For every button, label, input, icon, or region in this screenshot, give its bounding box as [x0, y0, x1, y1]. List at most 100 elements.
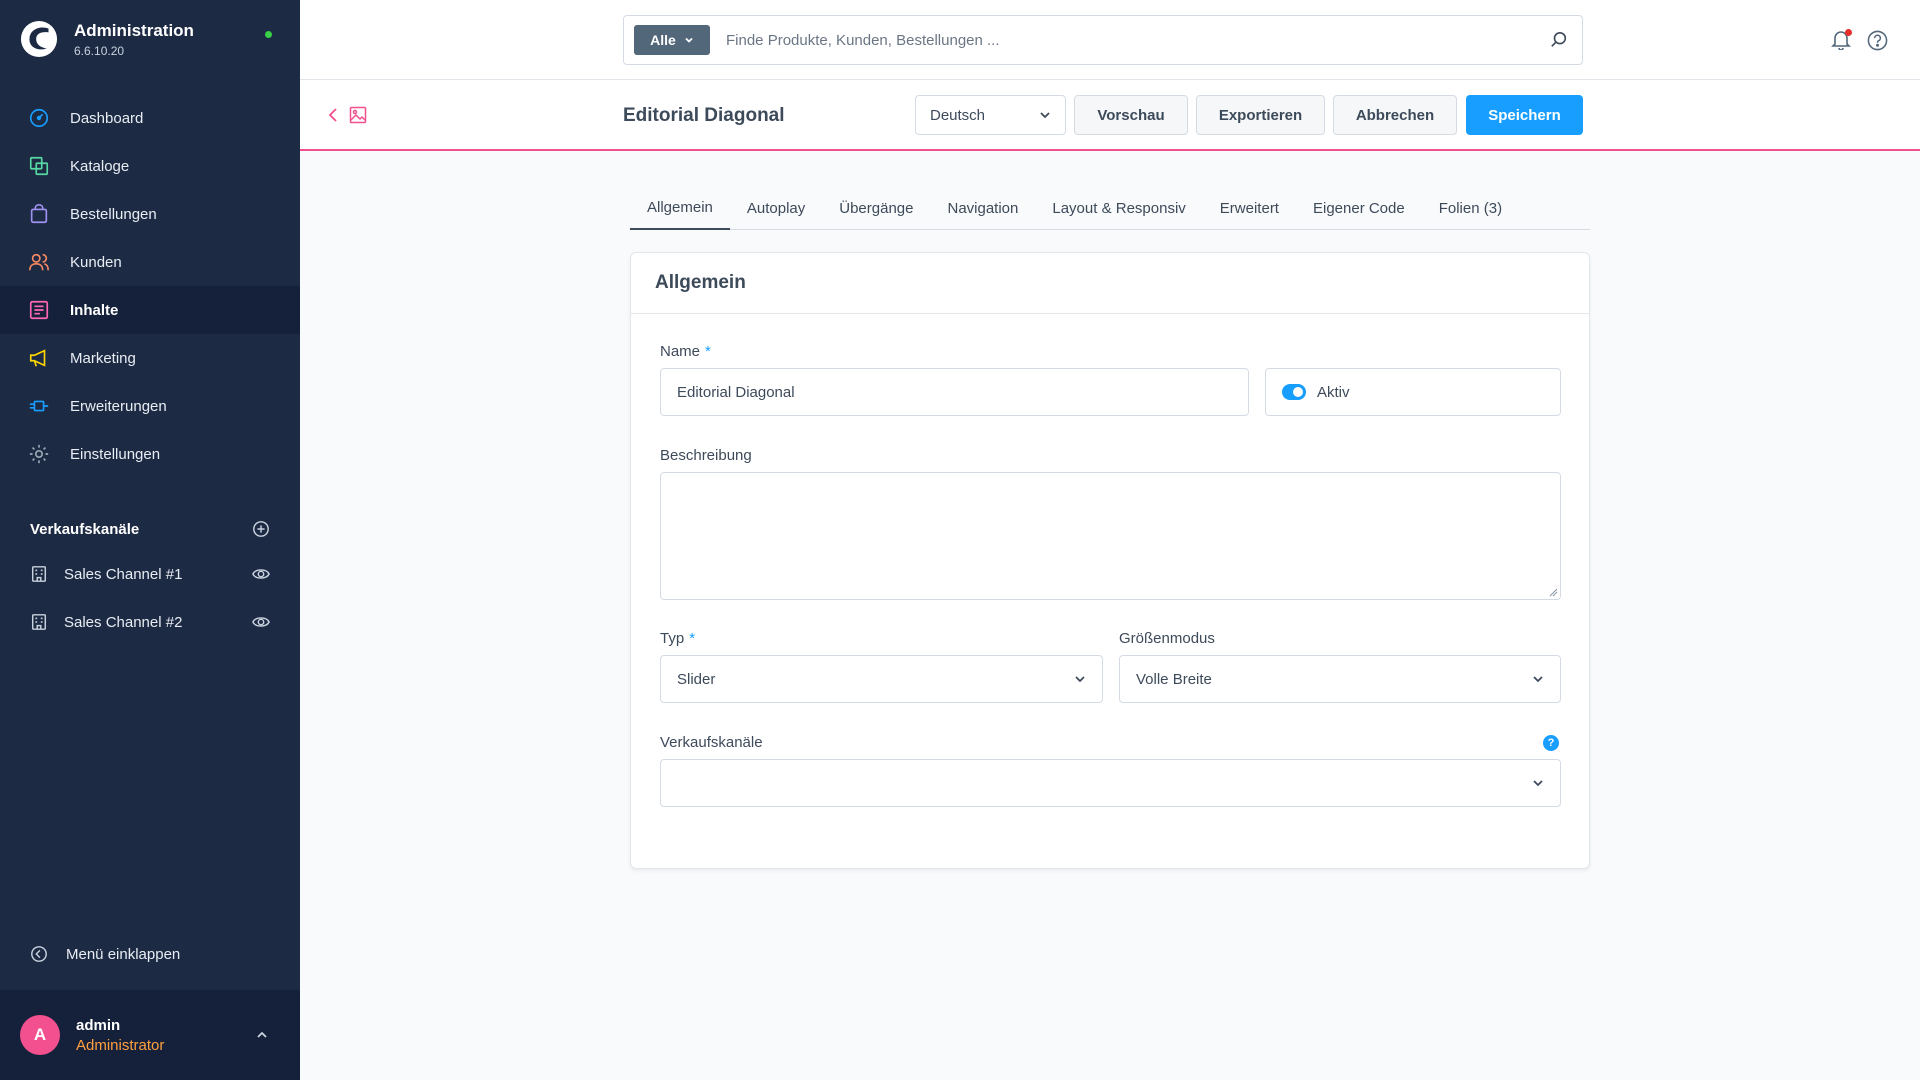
- plug-icon: [28, 395, 50, 417]
- language-switch[interactable]: Deutsch: [915, 95, 1066, 135]
- nav-item-marketing[interactable]: Marketing: [0, 334, 300, 382]
- shopware-logo-icon: [20, 20, 58, 58]
- nav-item-settings[interactable]: Einstellungen: [0, 430, 300, 478]
- nav-item-content[interactable]: Inhalte: [0, 286, 300, 334]
- export-button[interactable]: Exportieren: [1196, 95, 1325, 135]
- help-info-icon[interactable]: ?: [1543, 735, 1559, 751]
- sales-channels-header: Verkaufskanäle: [30, 520, 270, 538]
- tab-general[interactable]: Allgemein: [630, 186, 730, 230]
- size-mode-label: Größenmodus: [1119, 630, 1215, 647]
- tab-advanced[interactable]: Erweitert: [1203, 186, 1296, 230]
- tab-custom-code[interactable]: Eigener Code: [1296, 186, 1422, 230]
- tab-slides[interactable]: Folien (3): [1422, 186, 1519, 230]
- eye-icon[interactable]: [252, 565, 270, 583]
- nav-item-label: Bestellungen: [70, 205, 157, 223]
- nav-item-label: Marketing: [70, 349, 136, 367]
- search-input[interactable]: [726, 31, 1550, 49]
- required-marker: *: [705, 343, 711, 360]
- name-field[interactable]: Editorial Diagonal: [660, 368, 1249, 416]
- name-label-text: Name: [660, 343, 701, 360]
- sales-channel-item[interactable]: Sales Channel #2: [0, 598, 300, 646]
- collapse-arrow-icon: [31, 946, 47, 962]
- chevron-down-icon: [1533, 780, 1543, 787]
- tab-transitions[interactable]: Übergänge: [822, 186, 930, 230]
- save-button[interactable]: Speichern: [1466, 95, 1583, 135]
- description-label: Beschreibung: [660, 447, 752, 464]
- active-label: Aktiv: [1317, 383, 1350, 401]
- description-textarea[interactable]: [660, 472, 1561, 600]
- user-role: Administrator: [76, 1036, 165, 1054]
- brand[interactable]: Administration 6.6.10.20: [20, 20, 194, 58]
- back-arrow-icon[interactable]: [324, 106, 342, 124]
- main-navigation: Dashboard Kataloge Bestellungen Kunden I…: [0, 94, 300, 478]
- smart-bar: Editorial Diagonal Deutsch Vorschau Expo…: [300, 80, 1920, 151]
- megaphone-icon: [28, 347, 50, 369]
- top-bar: Alle: [300, 0, 1920, 80]
- collapse-menu-button[interactable]: Menü einklappen: [30, 945, 180, 963]
- eye-icon[interactable]: [252, 613, 270, 631]
- resize-handle-icon[interactable]: [1549, 588, 1558, 597]
- search-icon[interactable]: [1550, 31, 1568, 49]
- add-sales-channel-icon[interactable]: [252, 520, 270, 538]
- type-select[interactable]: Slider: [660, 655, 1103, 703]
- name-value: Editorial Diagonal: [677, 383, 795, 401]
- sales-channel-list: Sales Channel #1 Sales Channel #2: [0, 550, 300, 646]
- card-title: Allgemein: [631, 253, 1589, 314]
- nav-item-customers[interactable]: Kunden: [0, 238, 300, 286]
- help-icon[interactable]: [1867, 30, 1888, 51]
- user-name: admin: [76, 1016, 121, 1034]
- nav-item-orders[interactable]: Bestellungen: [0, 190, 300, 238]
- nav-item-catalogs[interactable]: Kataloge: [0, 142, 300, 190]
- page-title: Editorial Diagonal: [623, 105, 785, 126]
- notification-badge: [1845, 29, 1852, 36]
- user-menu[interactable]: A admin Administrator: [0, 990, 300, 1080]
- dashboard-icon: [28, 107, 50, 129]
- sales-channel-name: Sales Channel #2: [64, 613, 183, 631]
- avatar: A: [20, 1015, 60, 1055]
- size-mode-select[interactable]: Volle Breite: [1119, 655, 1561, 703]
- active-switch-field[interactable]: Aktiv: [1265, 368, 1561, 416]
- chevron-down-icon: [1040, 112, 1050, 119]
- nav-item-label: Kunden: [70, 253, 122, 271]
- image-icon: [349, 106, 367, 124]
- type-value: Slider: [677, 670, 716, 688]
- name-label: Name *: [660, 343, 711, 360]
- required-marker: *: [689, 630, 696, 647]
- catalog-icon: [28, 155, 50, 177]
- tab-navigation[interactable]: Navigation: [930, 186, 1035, 230]
- active-toggle[interactable]: [1282, 384, 1306, 400]
- content-icon: [28, 299, 50, 321]
- nav-item-label: Dashboard: [70, 109, 144, 127]
- sales-channels-label: Verkaufskanäle: [660, 734, 763, 751]
- chevron-down-icon: [685, 37, 693, 43]
- sales-channel-item[interactable]: Sales Channel #1: [0, 550, 300, 598]
- nav-item-extensions[interactable]: Erweiterungen: [0, 382, 300, 430]
- search-type-label: Alle: [650, 32, 676, 48]
- cancel-button[interactable]: Abbrechen: [1333, 95, 1457, 135]
- tab-layout-responsive[interactable]: Layout & Responsiv: [1035, 186, 1202, 230]
- sidebar: Administration 6.6.10.20 Dashboard Katal…: [0, 0, 300, 1080]
- language-value: Deutsch: [930, 106, 986, 124]
- sales-channels-select[interactable]: [660, 759, 1561, 807]
- online-status-dot: [265, 31, 272, 38]
- nav-item-label: Erweiterungen: [70, 397, 167, 415]
- tab-bar: Allgemein Autoplay Übergänge Navigation …: [630, 186, 1590, 230]
- nav-item-dashboard[interactable]: Dashboard: [0, 94, 300, 142]
- gear-icon: [28, 443, 50, 465]
- nav-item-label: Inhalte: [70, 301, 119, 319]
- chevron-down-icon: [1075, 676, 1085, 683]
- tab-autoplay[interactable]: Autoplay: [730, 186, 822, 230]
- app-version: 6.6.10.20: [74, 43, 125, 58]
- search-type-select[interactable]: Alle: [634, 25, 710, 55]
- chevron-down-icon: [1533, 676, 1543, 683]
- shopping-bag-icon: [28, 203, 50, 225]
- app-title: Administration: [74, 20, 194, 40]
- general-card: Allgemein Name * Editorial Diagonal Aktiv…: [630, 252, 1590, 869]
- storefront-icon: [31, 614, 47, 630]
- chevron-up-icon: [257, 1031, 267, 1038]
- sales-channel-name: Sales Channel #1: [64, 565, 183, 583]
- preview-button[interactable]: Vorschau: [1074, 95, 1188, 135]
- type-label: Typ *: [660, 630, 695, 647]
- size-mode-value: Volle Breite: [1136, 670, 1212, 688]
- collapse-menu-label: Menü einklappen: [66, 945, 181, 963]
